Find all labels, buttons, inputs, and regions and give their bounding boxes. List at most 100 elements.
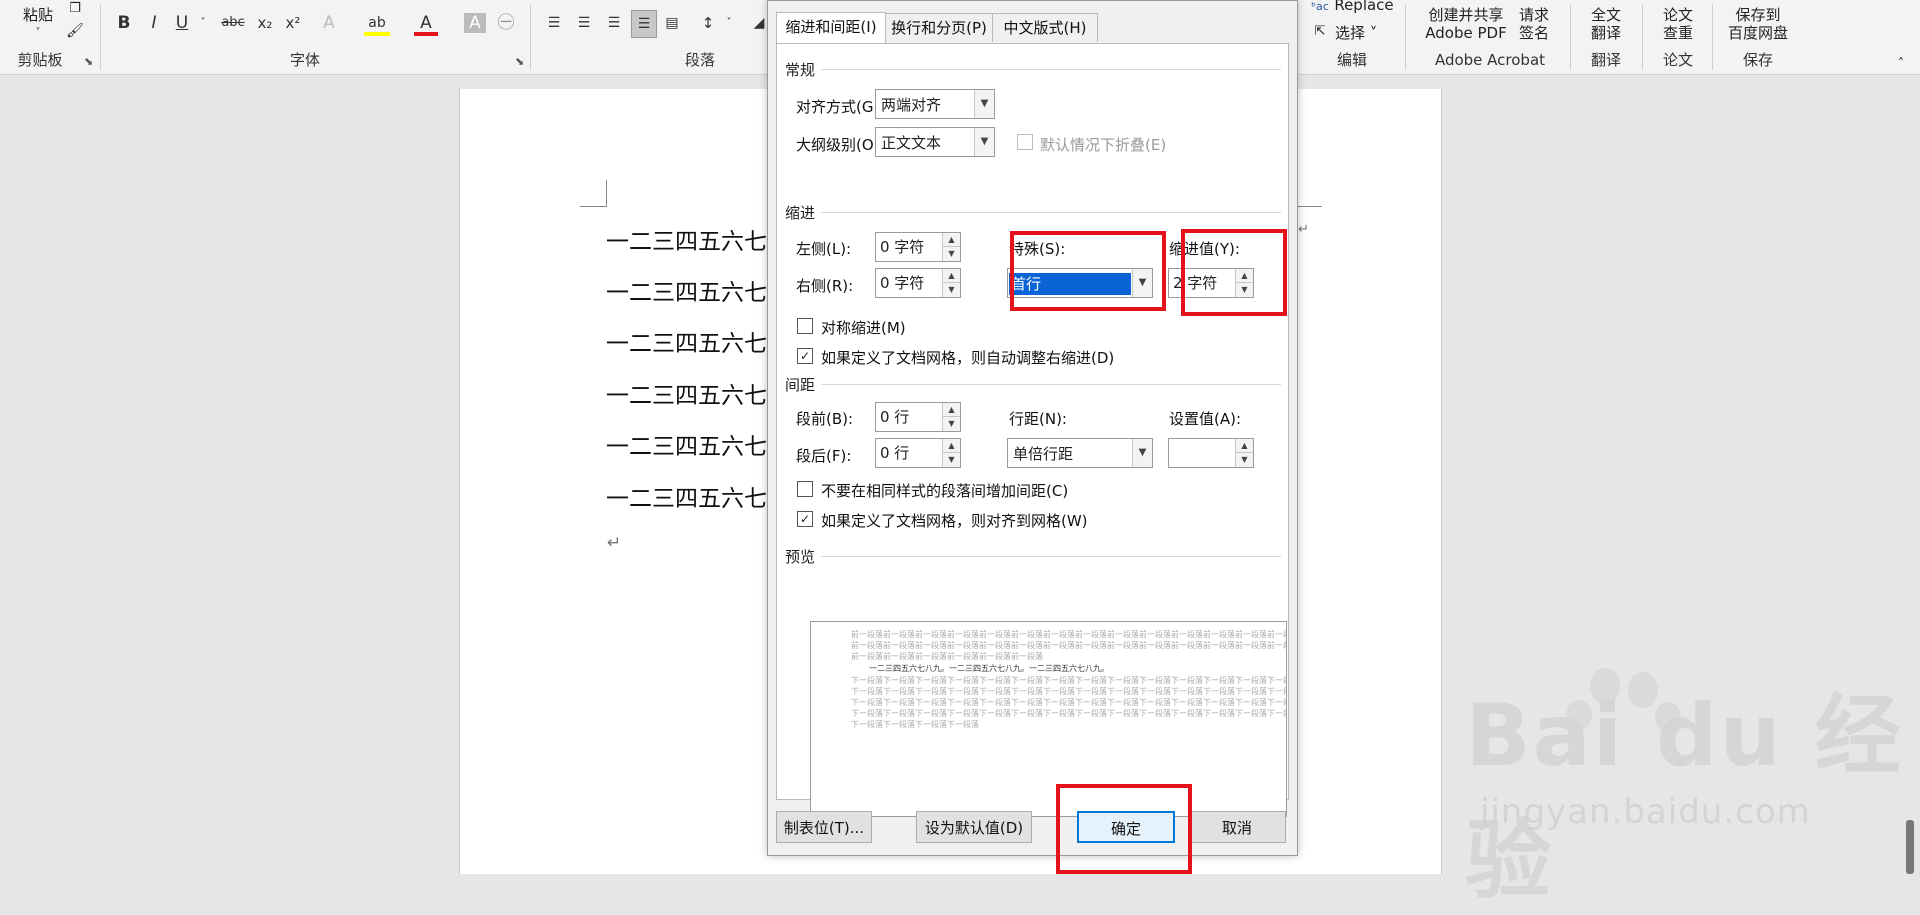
copy-icon[interactable]: ❐	[66, 0, 84, 18]
enclose-char-button[interactable]: ㊀	[494, 10, 518, 36]
set-value-spinner[interactable]: ▲ ▼	[1168, 438, 1254, 468]
crop-mark	[1296, 206, 1322, 207]
document-line[interactable]: 一二三四五六七	[606, 273, 767, 307]
indent-right-spinner[interactable]: 0 字符 ▲ ▼	[875, 268, 961, 298]
set-default-button[interactable]: 设为默认值(D)	[916, 811, 1032, 843]
snap-grid-checkbox[interactable]: ✓	[797, 511, 813, 527]
document-line[interactable]: 一二三四五六七	[606, 479, 767, 513]
shading-paragraph-icon[interactable]: ◢	[752, 10, 766, 36]
chevron-down-icon: ▼	[1132, 439, 1152, 467]
full-translate-button[interactable]: 全文 翻译	[1584, 6, 1628, 42]
save-baidu-button[interactable]: 保存到 百度网盘	[1722, 6, 1794, 42]
chevron-down-icon[interactable]: ˅	[724, 10, 734, 36]
shading-button[interactable]: A	[464, 13, 486, 33]
cancel-button[interactable]: 取消	[1188, 811, 1286, 843]
sign-label: 签名	[1518, 24, 1549, 42]
spin-buttons[interactable]: ▲ ▼	[942, 269, 960, 297]
outline-level-select[interactable]: 正文文本 ▼	[875, 127, 995, 157]
divider	[100, 4, 101, 70]
text-effects-button[interactable]: A	[318, 10, 340, 36]
preview-next-line: 下一段落下一段落下一段落下一段落下一段落下一段落下一段落下一段落下一段落下一段落…	[851, 709, 1287, 718]
replace-icon[interactable]: ᵇac	[1311, 0, 1329, 16]
mirror-indent-checkbox[interactable]	[797, 318, 813, 334]
down-icon[interactable]: ▼	[1236, 453, 1253, 467]
distributed-icon[interactable]: ▤	[662, 10, 682, 36]
adobe-pdf-label: Adobe PDF	[1425, 24, 1507, 42]
adobe-group-label: Adobe Acrobat	[1434, 51, 1546, 69]
create-share-pdf-button[interactable]: 创建并共享 Adobe PDF	[1416, 6, 1516, 42]
line-spacing-select[interactable]: 单倍行距 ▼	[1007, 438, 1153, 468]
up-icon[interactable]: ▲	[943, 269, 960, 283]
no-space-checkbox[interactable]	[797, 481, 813, 497]
tab-panel: 常规 对齐方式(G): 两端对齐 ▼ 大纲级别(O): 正文文本 ▼ 默认情况下…	[776, 43, 1289, 817]
chevron-down-icon: ˅	[35, 27, 41, 38]
up-icon[interactable]: ▲	[943, 233, 960, 247]
spacing-section-title: 间距	[785, 376, 816, 394]
align-right-icon[interactable]: ☰	[604, 10, 624, 36]
select-button[interactable]: 选择 ˅	[1335, 24, 1385, 42]
spin-buttons[interactable]: ▲ ▼	[942, 403, 960, 431]
superscript-button[interactable]: x²	[282, 10, 304, 36]
preview-next-line: 下一段落下一段落下一段落下一段落下一段落下一段落下一段落下一段落下一段落下一段落…	[851, 676, 1287, 685]
highlight-box-indent-by	[1181, 229, 1287, 316]
up-icon[interactable]: ▲	[943, 403, 960, 417]
preview-section-title: 预览	[785, 548, 816, 566]
down-icon[interactable]: ▼	[943, 453, 960, 467]
preview-next-line: 下一段落下一段落下一段落下一段落下一段落下一段落下一段落下一段落下一段落下一段落…	[851, 687, 1287, 696]
underline-button[interactable]: U	[172, 10, 192, 36]
strikethrough-button[interactable]: abc	[218, 10, 248, 36]
translate-group-label: 翻译	[1590, 51, 1621, 69]
space-before-spinner[interactable]: 0 行 ▲ ▼	[875, 402, 961, 432]
outline-level-value: 正文文本	[881, 134, 942, 152]
paper-group-label: 论文	[1662, 51, 1693, 69]
spin-buttons[interactable]: ▲ ▼	[942, 439, 960, 467]
font-color-button[interactable]: A	[414, 10, 438, 36]
chevron-down-icon: ▼	[974, 90, 994, 118]
document-line[interactable]: 一二三四五六七	[606, 376, 767, 410]
preview-next-line: 下一段落下一段落下一段落下一段落下一段落下一段落下一段落下一段落下一段落下一段落…	[851, 698, 1287, 707]
down-icon[interactable]: ▼	[943, 417, 960, 431]
replace-button[interactable]: Replace	[1334, 0, 1394, 14]
italic-button[interactable]: I	[144, 10, 164, 36]
paste-button[interactable]: 粘贴 ˅	[14, 6, 62, 42]
highlight-button[interactable]: ab	[364, 10, 390, 36]
space-after-spinner[interactable]: 0 行 ▲ ▼	[875, 438, 961, 468]
font-launcher-icon[interactable]: ⬊	[515, 55, 524, 68]
tabs-button[interactable]: 制表位(T)...	[776, 811, 872, 843]
auto-adjust-checkbox[interactable]: ✓	[797, 348, 813, 364]
document-line[interactable]: 一二三四五六七	[606, 222, 767, 256]
spin-buttons[interactable]: ▲ ▼	[1235, 439, 1253, 467]
select-icon[interactable]: ⇱	[1313, 23, 1327, 41]
indent-left-spinner[interactable]: 0 字符 ▲ ▼	[875, 232, 961, 262]
scrollbar[interactable]	[1906, 820, 1914, 874]
clipboard-launcher-icon[interactable]: ⬊	[84, 55, 93, 68]
preview-main-line: 一二三四五六七八九。一二三四五六七八九。一二三四五六七八九。	[869, 664, 1109, 673]
down-icon[interactable]: ▼	[943, 283, 960, 297]
paper-check-button[interactable]: 论文 查重	[1656, 6, 1700, 42]
up-icon[interactable]: ▲	[943, 439, 960, 453]
bold-button[interactable]: B	[114, 10, 134, 36]
format-painter-icon[interactable]: 🖌	[66, 22, 84, 40]
up-icon[interactable]: ▲	[1236, 439, 1253, 453]
subscript-button[interactable]: x₂	[254, 10, 276, 36]
divider	[821, 212, 1281, 213]
down-icon[interactable]: ▼	[943, 247, 960, 261]
snap-grid-label: 如果定义了文档网格，则对齐到网格(W)	[821, 512, 1088, 530]
document-line[interactable]: 一二三四五六七	[606, 324, 767, 358]
collapse-ribbon-icon[interactable]: ˄	[1893, 54, 1909, 72]
underline-dropdown-icon[interactable]: ˅	[198, 10, 208, 36]
align-left-icon[interactable]: ☰	[544, 10, 564, 36]
request-sign-button[interactable]: 请求 签名	[1512, 6, 1556, 42]
indent-left-value: 0 字符	[880, 238, 925, 256]
document-line[interactable]: 一二三四五六七	[606, 427, 767, 461]
tab-line-page-breaks[interactable]: 换行和分页(P)	[884, 13, 994, 42]
alignment-select[interactable]: 两端对齐 ▼	[875, 89, 995, 119]
spin-buttons[interactable]: ▲ ▼	[942, 233, 960, 261]
collapse-checkbox[interactable]	[1017, 134, 1033, 150]
indent-left-label: 左侧(L):	[796, 240, 852, 258]
tab-indent-spacing[interactable]: 缩进和间距(I)	[776, 12, 886, 43]
align-center-icon[interactable]: ☰	[574, 10, 594, 36]
tab-asian-typography[interactable]: 中文版式(H)	[992, 13, 1098, 42]
line-spacing-icon[interactable]: ↕	[697, 10, 719, 36]
justify-icon[interactable]: ☰	[631, 10, 657, 38]
